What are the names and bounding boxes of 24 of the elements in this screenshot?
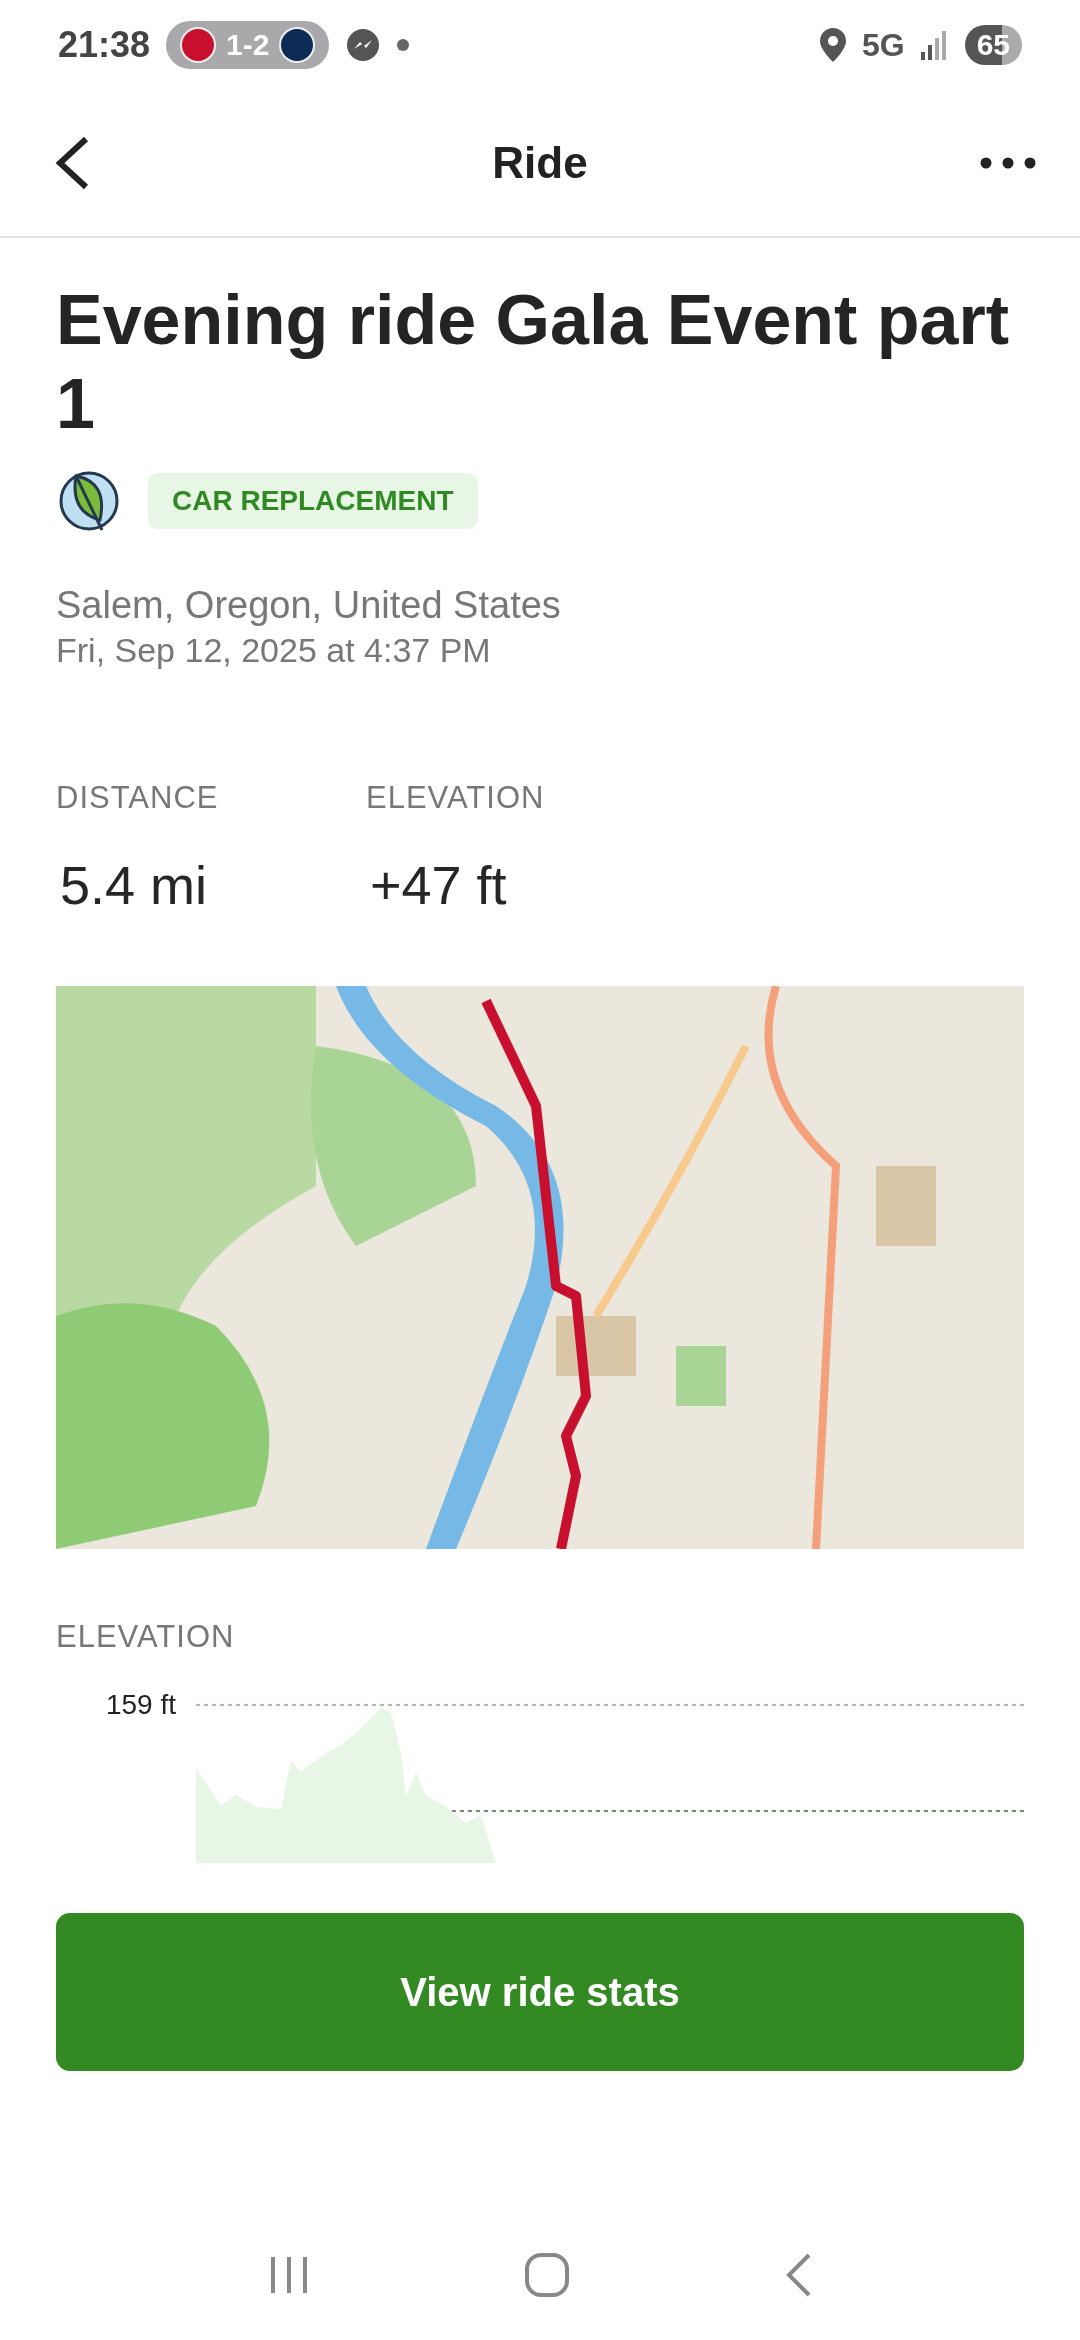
car-replacement-tag: CAR REPLACEMENT: [148, 473, 478, 529]
more-options-icon: [980, 157, 1036, 169]
ride-date: Fri, Sep 12, 2025 at 4:37 PM: [56, 631, 492, 670]
chat-bubble-icon: [345, 27, 382, 63]
ride-title: Evening ride Gala Event part 1: [56, 280, 1011, 445]
dot-icon: [397, 39, 410, 51]
team-logo-icon: [279, 27, 316, 63]
view-ride-stats-button[interactable]: View ride stats: [56, 1913, 1024, 2071]
axis-label: 159 ft: [105, 1689, 176, 1722]
ride-location: Salem, Oregon, United States: [56, 584, 562, 627]
stat-value: +47 ft: [369, 854, 508, 916]
status-time: 21:38: [58, 24, 151, 66]
network-type: 5G: [861, 26, 905, 64]
home-icon[interactable]: [524, 2252, 570, 2298]
screen-title: Ride: [492, 138, 588, 188]
location-pin-icon: [819, 28, 846, 62]
stat-label: DISTANCE: [56, 780, 220, 816]
score-chip: 1-2: [166, 21, 330, 69]
stat-label: ELEVATION: [366, 780, 546, 816]
signal-icon: [920, 30, 949, 60]
battery-indicator: 65: [964, 25, 1022, 65]
team-logo-icon: [180, 27, 217, 63]
stat-value: 5.4 mi: [59, 854, 209, 916]
elevation-label: ELEVATION: [56, 1619, 236, 1655]
